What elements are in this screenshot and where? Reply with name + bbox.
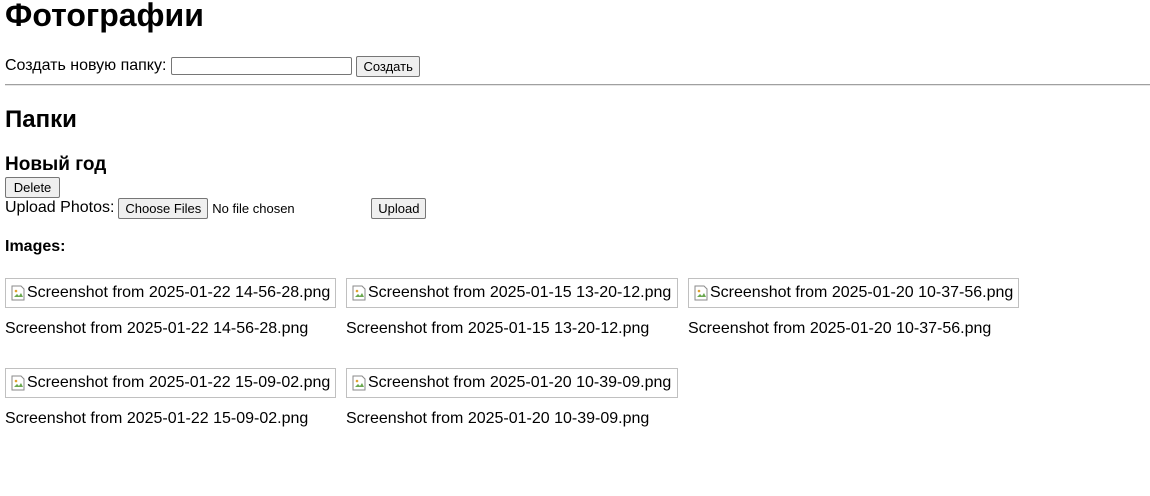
image-alt-text: Screenshot from 2025-01-22 15-09-02.png [27, 374, 331, 391]
file-status: No file chosen [212, 200, 295, 216]
delete-folder-button[interactable]: Delete [5, 177, 60, 198]
image-thumbnail[interactable]: Screenshot from 2025-01-15 13-20-12.png [346, 278, 678, 308]
image-tile: Screenshot from 2025-01-20 10-39-09.png … [346, 368, 678, 428]
divider [5, 84, 1150, 86]
page-title: Фотографии [5, 0, 204, 33]
images-label: Images: [5, 238, 66, 255]
broken-image-icon [11, 285, 25, 301]
image-caption: Screenshot from 2025-01-15 13-20-12.png [346, 320, 650, 337]
image-alt-text: Screenshot from 2025-01-20 10-39-09.png [368, 374, 672, 391]
create-folder-form: Создать новую папку: Создать [5, 55, 420, 77]
choose-files-button[interactable]: Choose Files [118, 197, 209, 219]
image-tile: Screenshot from 2025-01-22 14-56-28.png … [5, 278, 336, 338]
image-caption: Screenshot from 2025-01-20 10-37-56.png [688, 320, 992, 337]
image-alt-text: Screenshot from 2025-01-20 10-37-56.png [710, 284, 1014, 301]
broken-image-icon [352, 285, 366, 301]
broken-image-icon [352, 375, 366, 391]
image-tile: Screenshot from 2025-01-15 13-20-12.png … [346, 278, 678, 338]
image-thumbnail[interactable]: Screenshot from 2025-01-22 14-56-28.png [5, 278, 336, 308]
upload-button[interactable]: Upload [371, 197, 427, 219]
image-caption: Screenshot from 2025-01-20 10-39-09.png [346, 410, 650, 427]
image-thumbnail[interactable]: Screenshot from 2025-01-20 10-39-09.png [346, 368, 678, 398]
image-alt-text: Screenshot from 2025-01-15 13-20-12.png [368, 284, 672, 301]
broken-image-icon [694, 285, 708, 301]
image-alt-text: Screenshot from 2025-01-22 14-56-28.png [27, 284, 331, 301]
folders-heading: Папки [5, 106, 77, 133]
image-tile: Screenshot from 2025-01-20 10-37-56.png … [688, 278, 1019, 338]
image-caption: Screenshot from 2025-01-22 14-56-28.png [5, 320, 309, 337]
folder-name: Новый год [5, 154, 107, 175]
image-thumbnail[interactable]: Screenshot from 2025-01-22 15-09-02.png [5, 368, 336, 398]
upload-photos-label: Upload Photos: [5, 199, 115, 216]
create-folder-button[interactable]: Создать [356, 55, 420, 77]
broken-image-icon [11, 375, 25, 391]
create-folder-label: Создать новую папку: [5, 57, 167, 74]
image-tile: Screenshot from 2025-01-22 15-09-02.png … [5, 368, 336, 428]
image-caption: Screenshot from 2025-01-22 15-09-02.png [5, 410, 309, 427]
folder-name-input[interactable] [171, 57, 353, 75]
upload-form: Upload Photos: Choose Files No file chos… [5, 197, 427, 219]
image-thumbnail[interactable]: Screenshot from 2025-01-20 10-37-56.png [688, 278, 1019, 308]
